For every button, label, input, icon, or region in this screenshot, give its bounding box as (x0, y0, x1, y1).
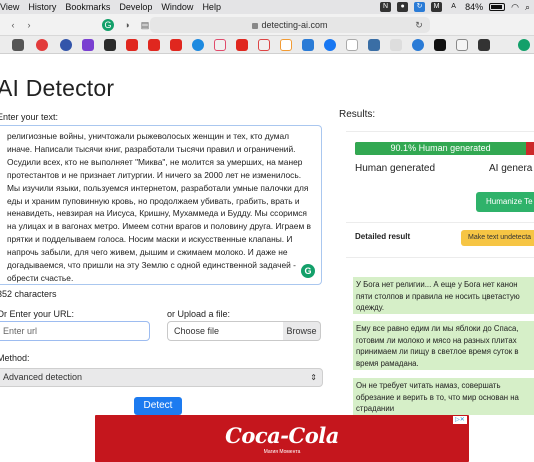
ad-tagline: Магия Момента (263, 449, 301, 455)
favorite-icon[interactable] (302, 39, 314, 51)
wifi-icon[interactable]: ◠ (511, 2, 519, 13)
menu-bookmarks[interactable]: Bookmarks (65, 2, 110, 12)
upload-label: or Upload a file: (167, 309, 231, 319)
facebook-icon[interactable] (324, 39, 336, 51)
app-icon[interactable]: ● (397, 2, 409, 12)
url-text: detecting-ai.com (261, 20, 328, 30)
notes-icon[interactable]: N (380, 2, 392, 12)
menu-window[interactable]: Window (161, 2, 193, 12)
file-input[interactable]: Choose file (167, 321, 284, 341)
status-icons: N ● ↻ M A 84% ◠ ⌕ (380, 0, 534, 14)
result-paragraph: Ему все равно едим ли мы яблоки до Спаса… (353, 321, 534, 370)
favorite-icon[interactable] (60, 39, 72, 51)
favorite-icon[interactable] (390, 39, 402, 51)
menu-develop[interactable]: Develop (119, 2, 152, 12)
favorite-icon[interactable] (434, 39, 446, 51)
results-title: Results: (339, 109, 376, 120)
forward-icon[interactable]: › (22, 18, 36, 32)
method-selected: Advanced detection (3, 372, 83, 382)
reload-icon[interactable]: ↻ (412, 18, 426, 32)
favorite-icon[interactable] (12, 39, 24, 51)
google-icon[interactable] (346, 39, 358, 51)
back-icon[interactable]: ‹ (6, 18, 20, 32)
sync-icon[interactable]: ↻ (414, 2, 426, 12)
favorites-bar (0, 36, 534, 54)
youtube-icon[interactable] (170, 39, 182, 51)
battery-icon[interactable] (489, 3, 506, 11)
url-input[interactable]: Enter url (0, 321, 150, 341)
youtube-icon[interactable] (148, 39, 160, 51)
mail-icon[interactable]: M (431, 2, 443, 12)
page-title: AI Detector (0, 75, 115, 101)
select-arrow-icon: ⇕ (310, 373, 317, 382)
humanize-text-button[interactable]: Humanize Te (476, 192, 534, 212)
youtube-icon[interactable] (126, 39, 138, 51)
url-label: Or Enter your URL: (0, 309, 75, 319)
make-undetectable-button[interactable]: Make text undetecta (461, 230, 534, 246)
coca-cola-ad-banner[interactable]: Coca-Cola Магия Момента ▷✕ (95, 415, 469, 462)
url-placeholder: Enter url (3, 326, 38, 336)
result-paragraph: У Бога нет религии... А еще у Бога нет к… (353, 277, 534, 314)
favorite-icon[interactable] (280, 39, 292, 51)
favorite-icon[interactable] (258, 39, 270, 51)
text-content: религиозные войны, уничтожали рыжеволосы… (7, 131, 311, 283)
favorite-icon[interactable] (82, 39, 94, 51)
method-select[interactable]: Advanced detection ⇕ (0, 368, 323, 387)
browse-button[interactable]: Browse (283, 321, 321, 341)
text-input[interactable]: религиозные войны, уничтожали рыжеволосы… (0, 125, 322, 285)
detect-button[interactable]: Detect (134, 397, 182, 415)
shield-icon[interactable]: ◑ (120, 18, 134, 32)
menu-view[interactable]: View (0, 2, 19, 12)
favorite-icon[interactable] (478, 39, 490, 51)
address-bar[interactable]: detecting-ai.com (150, 17, 430, 33)
human-progress-fill: 90.1% Human generated (355, 142, 527, 155)
menu-history[interactable]: History (28, 2, 56, 12)
favorite-icon[interactable] (104, 39, 116, 51)
human-generated-label: Human generated (355, 163, 436, 174)
text-label: Enter your text: (0, 112, 59, 122)
youtube-icon[interactable] (236, 39, 248, 51)
grammarly-icon[interactable]: G (301, 264, 315, 278)
human-ai-progress: 90.1% Human generated 9 (355, 142, 534, 155)
grammarly-favorite-icon[interactable] (518, 39, 530, 51)
page-content: AI Detector Enter your text: религиозные… (0, 55, 534, 462)
detailed-result-label: Detailed result (355, 232, 411, 241)
choose-file-text: Choose file (174, 326, 220, 336)
favorite-icon[interactable] (368, 39, 380, 51)
pinterest-icon[interactable] (36, 39, 48, 51)
lock-icon (252, 22, 259, 29)
browser-toolbar: ‹ › G ◑ ▤ detecting-ai.com ↻ (0, 14, 534, 36)
ad-choices-icon[interactable]: ▷✕ (453, 416, 467, 424)
ai-generated-label: AI genera (489, 163, 533, 174)
grammarly-icon[interactable]: G (102, 19, 114, 31)
battery-percent: 84% (465, 2, 484, 12)
result-paragraph: Он не требует читать намаз, совершать об… (353, 378, 534, 415)
text-icon[interactable]: A (448, 2, 459, 12)
ad-brand-logo: Coca-Cola (225, 423, 339, 448)
menu-help[interactable]: Help (202, 2, 221, 12)
favorite-icon[interactable] (412, 39, 424, 51)
messenger-icon[interactable] (192, 39, 204, 51)
mac-menubar: View History Bookmarks Develop Window He… (0, 0, 534, 14)
char-count: 352 characters (0, 289, 57, 299)
wikipedia-icon[interactable] (456, 39, 468, 51)
method-label: Method: (0, 353, 30, 363)
favorite-icon[interactable] (214, 39, 226, 51)
search-icon[interactable]: ⌕ (525, 2, 530, 13)
